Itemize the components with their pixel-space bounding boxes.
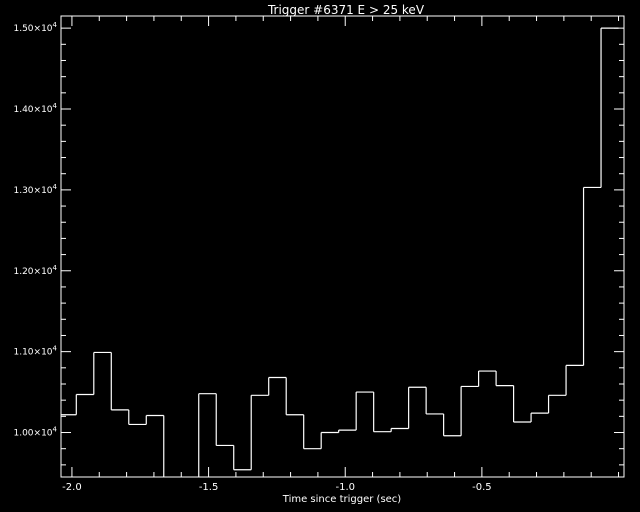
x-tick-label: -2.0 [62, 482, 82, 493]
y-tick-label: 1.50×104 [13, 21, 57, 34]
y-tick-label: 1.30×104 [13, 183, 57, 196]
x-axis-label: Time since trigger (sec) [282, 494, 402, 505]
plot-frame [60, 15, 625, 478]
chart: Trigger #6371 E > 25 keV Time since trig… [13, 3, 625, 505]
x-tick-label: -1.0 [335, 482, 355, 493]
y-tick-label: 1.40×104 [13, 102, 57, 115]
y-tick-label: 1.10×104 [13, 345, 57, 358]
x-tick-label: -1.5 [199, 482, 219, 493]
chart-title: Trigger #6371 E > 25 keV [267, 3, 425, 17]
x-tick-label: -0.5 [472, 482, 492, 493]
y-tick-label: 1.00×104 [13, 426, 57, 439]
y-tick-label: 1.20×104 [13, 264, 57, 277]
